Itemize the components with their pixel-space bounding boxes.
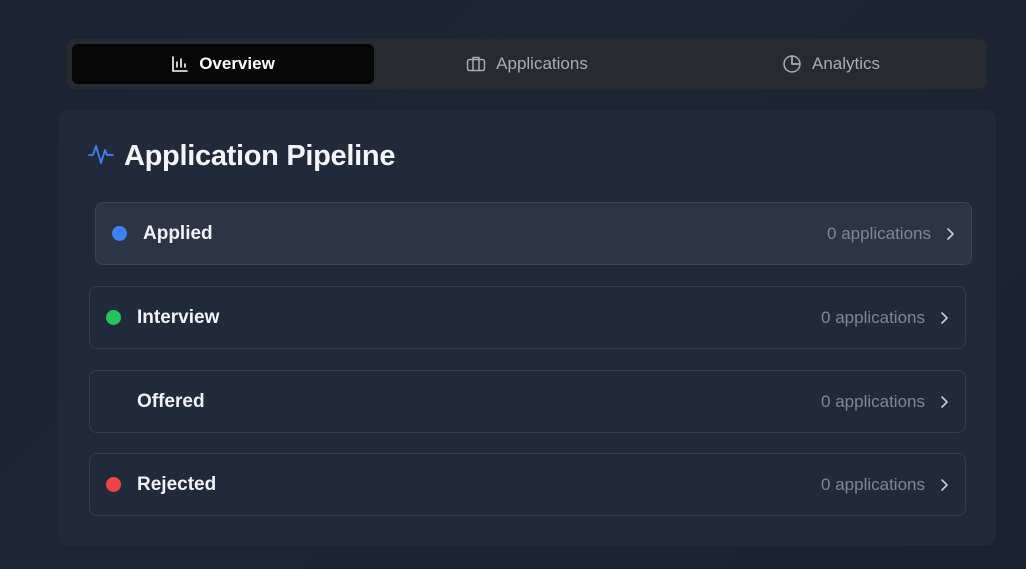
stage-count: 0 applications	[821, 391, 925, 411]
bar-chart-icon	[171, 55, 189, 73]
chevron-right-icon	[939, 311, 949, 325]
stage-dot-offered	[106, 394, 121, 409]
stage-label: Rejected	[137, 473, 217, 495]
activity-icon	[88, 141, 114, 172]
stage-dot-interview	[106, 310, 121, 325]
stage-label: Interview	[137, 306, 220, 328]
tab-overview[interactable]: Overview	[72, 44, 374, 84]
pie-chart-icon	[782, 54, 802, 74]
tab-applications[interactable]: Applications	[376, 44, 678, 84]
stage-dot-applied	[112, 226, 127, 241]
stage-label: Applied	[143, 222, 213, 244]
stage-count: 0 applications	[821, 307, 925, 327]
stage-row-offered[interactable]: Offered 0 applications	[89, 370, 966, 433]
briefcase-icon	[466, 55, 486, 73]
tab-analytics-label: Analytics	[811, 54, 881, 73]
chevron-right-icon	[939, 478, 949, 492]
pipeline-title: Application Pipeline	[124, 140, 396, 172]
stage-count: 0 applications	[821, 474, 925, 494]
chevron-right-icon	[939, 395, 949, 409]
stage-row-interview[interactable]: Interview 0 applications	[89, 286, 966, 349]
tab-applications-label: Applications	[496, 54, 588, 73]
stage-count: 0 applications	[827, 223, 931, 243]
pipeline-card: Application Pipeline Applied 0 applicati…	[58, 110, 996, 546]
tab-overview-label: Overview	[199, 54, 275, 73]
tab-analytics[interactable]: Analytics	[680, 44, 982, 84]
stage-dot-rejected	[106, 477, 121, 492]
tab-bar: Overview Applications Analytics	[67, 39, 987, 89]
stage-label: Offered	[137, 390, 205, 412]
stage-row-rejected[interactable]: Rejected 0 applications	[89, 453, 966, 516]
pipeline-header: Application Pipeline	[88, 140, 395, 173]
stage-row-applied[interactable]: Applied 0 applications	[95, 202, 972, 265]
chevron-right-icon	[945, 227, 955, 241]
